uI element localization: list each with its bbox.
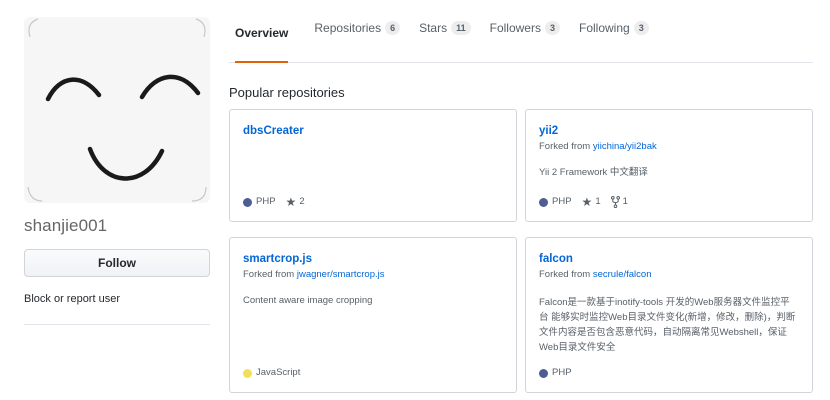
repo-language: PHP [539,367,572,379]
repo-card: yii2 Forked from yiichina/yii2bak Yii 2 … [525,109,813,222]
tab-counter: 11 [451,20,471,35]
tab-following[interactable]: Following 3 [579,20,649,48]
repo-card: dbsCreater PHP ★ 2 [229,109,517,222]
repo-language: JavaScript [243,367,300,379]
repo-name-link[interactable]: dbsCreater [243,124,503,138]
repo-description: Content aware image cropping [243,295,373,306]
tab-overview[interactable]: Overview [235,20,289,63]
language-label: PHP [552,367,572,378]
repo-meta: JavaScript [243,367,310,379]
tab-label: Following [579,20,630,35]
profile-sidebar: shanjie001 Follow Block or report user [24,17,210,325]
profile-tabs: Overview Repositories 6 Stars 11 Followe… [229,20,813,63]
tab-counter: 6 [385,20,401,35]
tab-label: Stars [419,20,448,35]
tab-label: Followers [489,20,541,35]
repo-card: falcon Forked from secrule/falcon Falcon… [525,237,813,393]
forked-from-prefix: Forked from [539,141,593,152]
fork-source-link[interactable]: yiichina/yii2bak [593,141,657,152]
pinned-repos-grid: dbsCreater PHP ★ 2 yii2 Forked from yiic… [229,109,813,393]
language-label: JavaScript [256,367,301,378]
forked-from: Forked from jwagner/smartcrop.js [243,268,503,281]
repo-meta: PHP ★ 2 [243,196,315,208]
repo-stars[interactable]: ★ 2 [286,196,305,208]
divider [24,324,210,325]
tab-counter: 3 [633,20,649,35]
stars-count: 1 [595,196,601,207]
tab-stars[interactable]: Stars 11 [419,20,471,48]
language-color-dot [243,368,252,378]
tab-followers[interactable]: Followers 3 [490,20,560,48]
repo-card: smartcrop.js Forked from jwagner/smartcr… [229,237,517,393]
tab-counter: 3 [544,20,560,35]
tab-repositories[interactable]: Repositories 6 [314,20,401,48]
avatar[interactable] [24,17,210,203]
fork-source-link[interactable]: jwagner/smartcrop.js [297,269,385,280]
repo-forks[interactable]: 1 [610,196,628,208]
tab-label: Repositories [314,20,382,35]
repo-meta: PHP ★ 1 1 [539,196,638,208]
forked-from: Forked from secrule/falcon [539,268,799,281]
repo-name-link[interactable]: smartcrop.js [243,252,503,266]
fork-source-link[interactable]: secrule/falcon [593,269,652,280]
block-or-report-link[interactable]: Block or report user [24,293,120,305]
repo-forked-icon [610,196,620,208]
smiley-face-icon [27,18,207,202]
stars-count: 2 [299,196,305,207]
repo-stars[interactable]: ★ 1 [582,196,601,208]
follow-button[interactable]: Follow [24,249,210,277]
forked-from-prefix: Forked from [243,269,297,280]
repo-name-link[interactable]: falcon [539,252,799,266]
forked-from: Forked from yiichina/yii2bak [539,140,799,153]
repo-language: PHP [243,196,276,208]
section-title: Popular repositories [229,85,345,100]
language-label: PHP [552,196,572,207]
repo-language: PHP [539,196,572,208]
main-content: Overview Repositories 6 Stars 11 Followe… [229,20,813,393]
language-label: PHP [256,196,276,207]
star-icon: ★ [581,195,593,209]
forked-from-prefix: Forked from [539,269,593,280]
tab-label: Overview [235,26,289,40]
repo-description: Yii 2 Framework 中文翻译 [539,167,648,178]
repo-meta: PHP [539,367,582,379]
language-color-dot [243,197,252,207]
language-color-dot [539,197,548,207]
repo-description: Falcon是一款基于inotify-tools 开发的Web服务器文件监控平台… [539,297,796,353]
profile-username: shanjie001 [24,216,108,235]
repo-name-link[interactable]: yii2 [539,124,799,138]
forks-count: 1 [622,196,628,207]
star-icon: ★ [285,195,297,209]
language-color-dot [539,368,548,378]
